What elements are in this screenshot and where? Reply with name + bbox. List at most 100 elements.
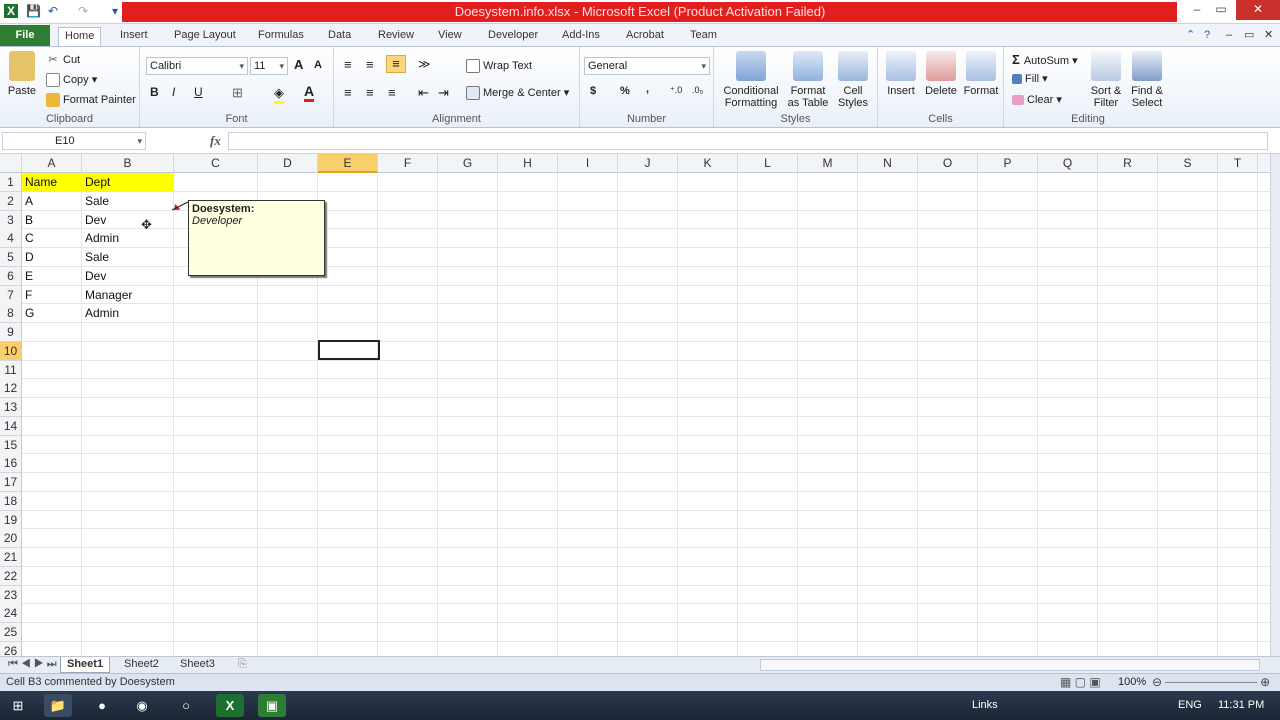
cell-a7[interactable]: F bbox=[22, 286, 82, 305]
row-header-26[interactable]: 26 bbox=[0, 641, 22, 656]
column-header-l[interactable]: L bbox=[738, 154, 798, 173]
column-header-e[interactable]: E bbox=[318, 154, 378, 173]
paste-button[interactable]: Paste bbox=[4, 51, 40, 97]
app-taskbar-icon[interactable]: ▣ bbox=[258, 694, 286, 717]
restore-button[interactable]: ▭ bbox=[1208, 0, 1234, 20]
chrome-icon[interactable]: ◉ bbox=[128, 694, 156, 717]
shrink-font-icon[interactable]: A bbox=[314, 59, 322, 71]
column-header-h[interactable]: H bbox=[498, 154, 558, 173]
row-header-11[interactable]: 11 bbox=[0, 360, 22, 380]
decrease-decimal-icon[interactable]: .0₀ bbox=[692, 85, 703, 95]
tab-review[interactable]: Review bbox=[372, 27, 420, 46]
column-header-s[interactable]: S bbox=[1158, 154, 1218, 173]
sheet-nav-icon[interactable]: ⏮ ◀ ▶ ⏭ bbox=[2, 657, 63, 673]
clear-button[interactable]: Clear ▾ bbox=[1012, 93, 1062, 106]
excel-logo-icon[interactable]: X bbox=[4, 4, 18, 18]
window-min-icon[interactable]: – bbox=[1220, 27, 1238, 46]
redo-icon[interactable]: ↷ bbox=[76, 4, 90, 18]
cell-a8[interactable]: G bbox=[22, 304, 82, 323]
tab-page-layout[interactable]: Page Layout bbox=[168, 27, 242, 46]
column-header-r[interactable]: R bbox=[1098, 154, 1158, 173]
row-header-7[interactable]: 7 bbox=[0, 285, 22, 305]
tab-file[interactable]: File bbox=[0, 25, 50, 46]
column-header-p[interactable]: P bbox=[978, 154, 1038, 173]
vertical-scrollbar[interactable] bbox=[1270, 154, 1280, 656]
window-close-icon[interactable]: ✕ bbox=[1258, 27, 1279, 46]
column-header-o[interactable]: O bbox=[918, 154, 978, 173]
cell-a5[interactable]: D bbox=[22, 248, 82, 267]
number-format-select[interactable]: General bbox=[584, 57, 710, 75]
copy-button[interactable]: Copy ▾ bbox=[46, 73, 97, 88]
row-header-24[interactable]: 24 bbox=[0, 604, 22, 624]
tab-insert[interactable]: Insert bbox=[114, 27, 154, 46]
cell-a4[interactable]: C bbox=[22, 229, 82, 248]
tab-view[interactable]: View bbox=[432, 27, 468, 46]
column-header-f[interactable]: F bbox=[378, 154, 438, 173]
format-as-table-button[interactable]: Format as Table bbox=[784, 51, 832, 109]
row-header-10[interactable]: 10 bbox=[0, 341, 22, 361]
row-header-6[interactable]: 6 bbox=[0, 266, 22, 286]
sheet-tab-2[interactable]: Sheet2 bbox=[118, 657, 165, 673]
column-header-i[interactable]: I bbox=[558, 154, 618, 173]
row-header-3[interactable]: 3 bbox=[0, 210, 22, 230]
row-header-9[interactable]: 9 bbox=[0, 323, 22, 342]
close-button[interactable]: ✕ bbox=[1236, 0, 1280, 20]
column-header-g[interactable]: G bbox=[438, 154, 498, 173]
font-color-icon[interactable]: A bbox=[304, 83, 315, 102]
align-center-icon[interactable]: ≡ bbox=[366, 85, 374, 100]
worksheet-grid[interactable]: ABCDEFGHIJKLMNOPQRST 1 2 3 4 5 6 7 8 9 10 11 12 13 14… bbox=[0, 154, 1270, 656]
column-header-k[interactable]: K bbox=[678, 154, 738, 173]
fill-button[interactable]: Fill ▾ bbox=[1012, 72, 1048, 85]
row-header-23[interactable]: 23 bbox=[0, 585, 22, 605]
tab-data[interactable]: Data bbox=[322, 27, 357, 46]
font-size-select[interactable]: 11 bbox=[250, 57, 288, 75]
column-header-n[interactable]: N bbox=[858, 154, 918, 173]
column-header-d[interactable]: D bbox=[258, 154, 318, 173]
format-painter-button[interactable]: Format Painter bbox=[46, 93, 136, 107]
zoom-level[interactable]: 100% bbox=[1118, 676, 1146, 688]
column-header-c[interactable]: C bbox=[174, 154, 258, 173]
sheet-tab-1[interactable]: Sheet1 bbox=[60, 657, 111, 673]
tab-acrobat[interactable]: Acrobat bbox=[620, 27, 670, 46]
increase-indent-icon[interactable]: ⇥ bbox=[438, 85, 449, 101]
column-header-j[interactable]: J bbox=[618, 154, 678, 173]
clock[interactable]: 11:31 PM bbox=[1218, 699, 1264, 711]
align-middle-icon[interactable]: ≡ bbox=[366, 57, 374, 72]
format-cells-button[interactable]: Format bbox=[962, 51, 1000, 97]
row-header-21[interactable]: 21 bbox=[0, 548, 22, 567]
name-box[interactable]: E10 bbox=[2, 132, 146, 150]
cell-b1[interactable]: Dept bbox=[82, 173, 174, 192]
bold-button[interactable]: B bbox=[150, 85, 159, 99]
orientation-icon[interactable]: ≫ bbox=[418, 57, 431, 71]
active-cell-cursor[interactable] bbox=[318, 340, 380, 360]
align-top-icon[interactable]: ≡ bbox=[344, 57, 352, 72]
formula-input[interactable] bbox=[228, 132, 1268, 150]
delete-cells-button[interactable]: Delete bbox=[922, 51, 960, 97]
row-header-8[interactable]: 8 bbox=[0, 304, 22, 324]
tab-developer[interactable]: Developer bbox=[482, 27, 544, 46]
row-header-22[interactable]: 22 bbox=[0, 566, 22, 586]
comma-button[interactable]: , bbox=[646, 83, 649, 95]
align-right-icon[interactable]: ≡ bbox=[388, 85, 396, 100]
row-header-20[interactable]: 20 bbox=[0, 529, 22, 549]
decrease-indent-icon[interactable]: ⇤ bbox=[418, 85, 429, 101]
row-header-1[interactable]: 1 bbox=[0, 173, 22, 192]
cell-styles-button[interactable]: Cell Styles bbox=[832, 51, 874, 109]
increase-decimal-icon[interactable]: ⁺.0 bbox=[670, 85, 682, 96]
merge-center-button[interactable]: Merge & Center ▾ bbox=[466, 86, 569, 101]
row-header-12[interactable]: 12 bbox=[0, 379, 22, 399]
column-header-a[interactable]: A bbox=[22, 154, 82, 173]
cut-button[interactable]: ✂ Cut bbox=[46, 53, 80, 67]
language-indicator[interactable]: ENG bbox=[1178, 699, 1202, 711]
fill-color-icon[interactable]: ◈ bbox=[274, 85, 284, 104]
column-header-m[interactable]: M bbox=[798, 154, 858, 173]
font-name-select[interactable]: Calibri bbox=[146, 57, 248, 75]
horizontal-scrollbar[interactable] bbox=[760, 659, 1260, 671]
view-layout-icons[interactable]: ▦ ▢ ▣ bbox=[1060, 675, 1101, 689]
cell-a3[interactable]: B bbox=[22, 211, 82, 230]
cell-b8[interactable]: Admin bbox=[82, 304, 174, 323]
column-header-b[interactable]: B bbox=[82, 154, 174, 173]
insert-sheet-icon[interactable]: ⎘ bbox=[232, 657, 253, 673]
help-icon[interactable]: ? bbox=[1198, 27, 1216, 46]
cell-b6[interactable]: Dev bbox=[82, 267, 174, 286]
